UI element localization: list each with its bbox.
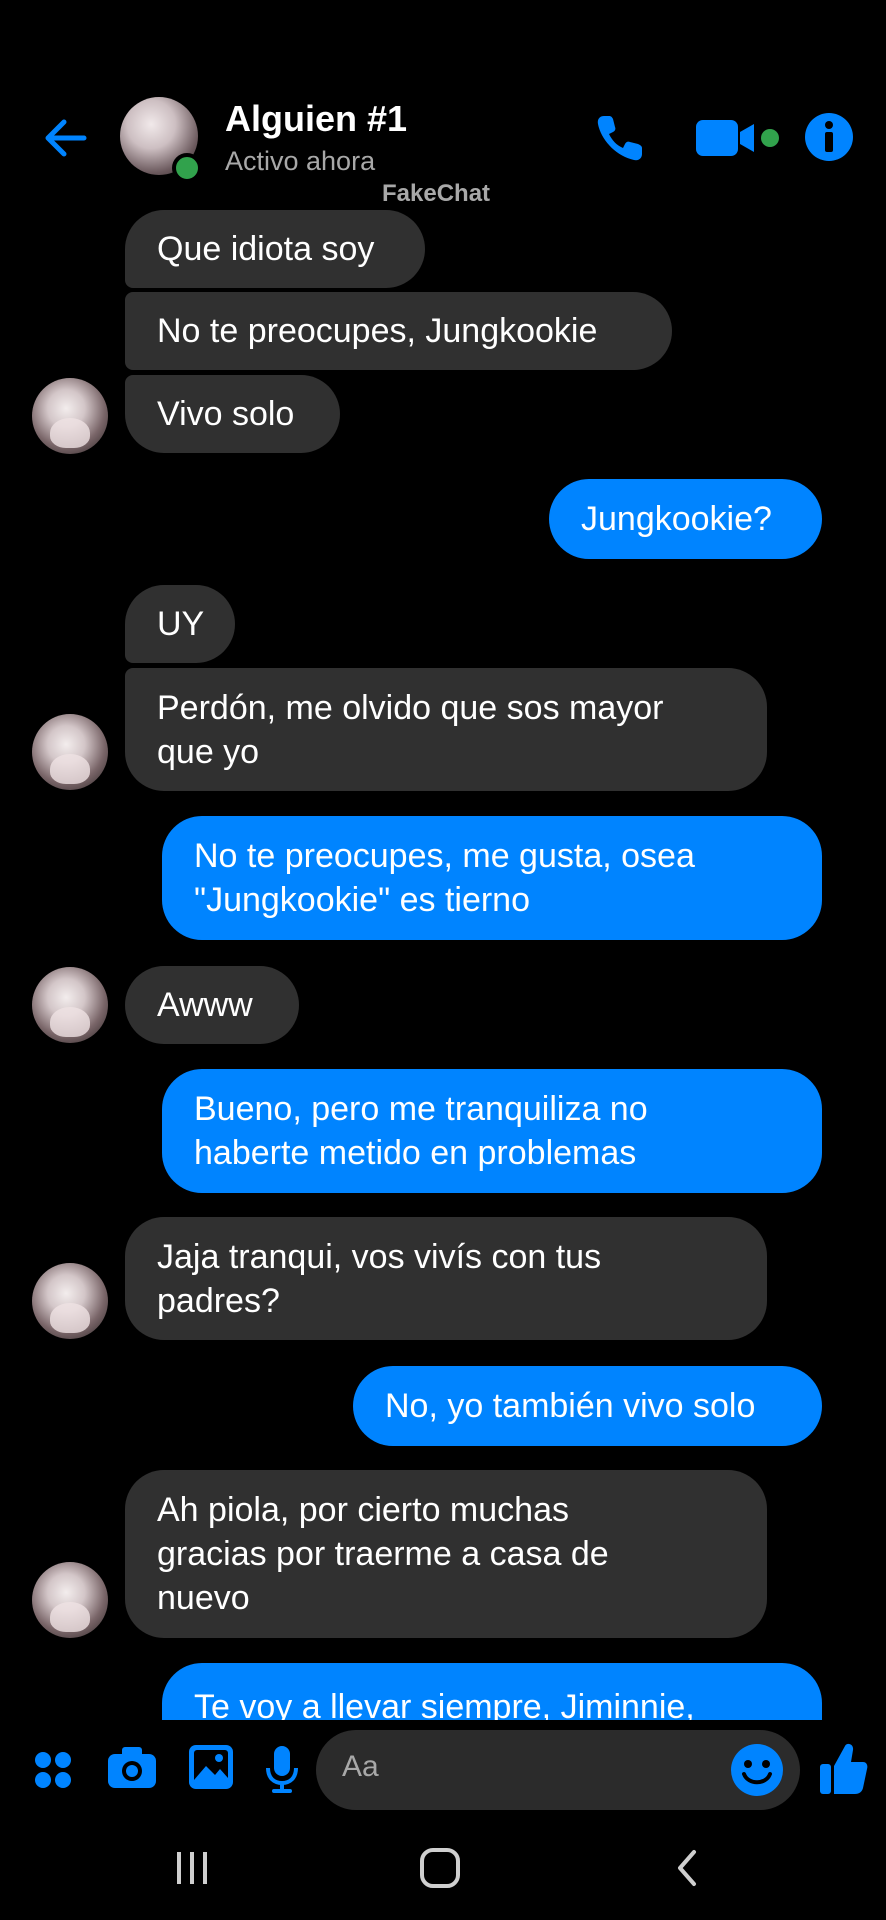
message-input-placeholder: Aa (342, 1750, 379, 1783)
recent-apps-icon[interactable] (174, 1848, 210, 1888)
contact-status: Activo ahora (225, 146, 376, 176)
contact-avatar-small[interactable] (32, 967, 108, 1043)
message-bubble-outgoing[interactable]: Bueno, pero me tranquiliza no haberte me… (162, 1069, 822, 1193)
microphone-icon[interactable] (264, 1744, 300, 1794)
message-input[interactable] (316, 1730, 800, 1810)
message-bubble-incoming[interactable]: Que idiota soy (125, 210, 425, 288)
message-bubble-outgoing[interactable]: No, yo también vivo solo (353, 1366, 822, 1446)
active-status-dot (172, 153, 202, 183)
video-call-icon[interactable] (696, 118, 786, 158)
message-bubble-incoming[interactable]: Jaja tranqui, vos vivís con tus padres? (125, 1217, 767, 1340)
gallery-icon[interactable] (188, 1744, 234, 1790)
message-bubble-incoming[interactable]: Perdón, me olvido que sos mayor que yo (125, 668, 767, 791)
contact-avatar-small[interactable] (32, 1562, 108, 1638)
message-bubble-incoming[interactable]: Awww (125, 966, 299, 1044)
contact-name[interactable]: Alguien #1 (225, 98, 407, 140)
thumbs-up-icon[interactable] (818, 1740, 868, 1796)
message-bubble-outgoing[interactable]: No te preocupes, me gusta, osea "Jungkoo… (162, 816, 822, 940)
contact-avatar-small[interactable] (32, 714, 108, 790)
phone-call-icon[interactable] (592, 110, 648, 166)
message-bubble-incoming[interactable]: UY (125, 585, 235, 663)
message-bubble-outgoing[interactable]: Jungkookie? (549, 479, 822, 559)
apps-menu-icon[interactable] (33, 1750, 73, 1790)
message-list[interactable]: Que idiota soy No te preocupes, Jungkook… (0, 200, 886, 1720)
message-bubble-incoming[interactable]: No te preocupes, Jungkookie (125, 292, 672, 370)
contact-avatar-small[interactable] (32, 378, 108, 454)
back-arrow-icon[interactable] (40, 112, 92, 164)
home-icon[interactable] (418, 1846, 462, 1890)
message-bubble-outgoing[interactable]: Te voy a llevar siempre, Jiminnie, (162, 1663, 822, 1720)
camera-icon[interactable] (106, 1744, 158, 1790)
message-bubble-incoming[interactable]: Vivo solo (125, 375, 340, 453)
message-bubble-incoming[interactable]: Ah piola, por cierto muchas gracias por … (125, 1470, 767, 1638)
contact-avatar-small[interactable] (32, 1263, 108, 1339)
info-icon[interactable] (804, 112, 854, 162)
emoji-icon[interactable] (730, 1743, 784, 1797)
system-back-icon[interactable] (672, 1848, 702, 1888)
